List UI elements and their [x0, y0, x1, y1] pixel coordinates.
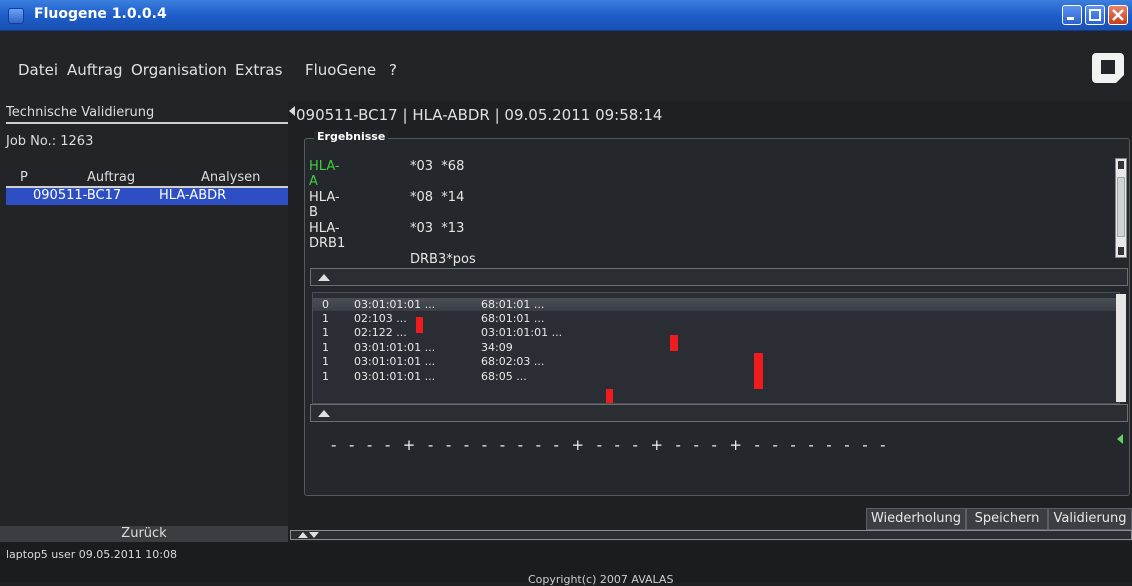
results-scrollbar[interactable]	[1115, 158, 1127, 258]
cand-allele1: 03:01:01:01 ...	[354, 370, 436, 383]
app-icon	[8, 8, 24, 24]
cand-allele2: 68:05 ...	[481, 370, 527, 383]
copyright-text: Copyright(c) 2007 AVALAS	[528, 573, 674, 586]
divider	[6, 122, 288, 124]
minimize-button[interactable]	[1062, 5, 1082, 25]
list-item[interactable]: 1 03:01:01:01 ... 68:05 ...	[313, 370, 1119, 383]
locus-name: HLA-DRB1	[309, 221, 346, 251]
list-item[interactable]: 1 03:01:01:01 ... 34:09	[313, 341, 1119, 354]
result-header: 090511-BC17 | HLA-ABDR | 09.05.2011 09:5…	[296, 106, 663, 124]
allele-values: DRB3*pos	[410, 252, 476, 267]
scroll-up-icon[interactable]	[1118, 161, 1124, 169]
cand-p: 1	[322, 341, 329, 354]
reaction-pattern: - - - - + - - - - - - - - + - - - + - - …	[331, 436, 887, 454]
minimize-icon	[1067, 17, 1074, 20]
list-item[interactable]: 0 03:01:01:01 ... 68:01:01 ...	[313, 298, 1119, 311]
scroll-thumb[interactable]	[1117, 177, 1125, 237]
mismatch-marker	[670, 335, 678, 351]
split-bar[interactable]	[310, 404, 1128, 422]
allele-values: *03 *68	[410, 159, 465, 174]
maximize-button[interactable]	[1085, 5, 1105, 25]
validierung-button[interactable]: Validierung	[1048, 508, 1132, 530]
split-bar[interactable]	[310, 268, 1128, 286]
cand-p: 1	[322, 326, 329, 339]
column-header-analysen[interactable]: Analysen	[201, 170, 260, 185]
group-title: Ergebnisse	[314, 130, 389, 143]
cand-allele1: 03:01:01:01 ...	[354, 298, 436, 311]
collapse-arrow-icon[interactable]	[289, 106, 295, 116]
collapse-arrow-icon[interactable]	[1117, 434, 1123, 444]
candidate-list: 0 03:01:01:01 ... 68:01:01 ... 1 02:103 …	[312, 292, 1120, 404]
cand-allele1: 03:01:01:01 ...	[354, 355, 436, 368]
close-button[interactable]	[1108, 5, 1128, 25]
mismatch-marker	[416, 317, 423, 333]
expand-arrow-icon[interactable]	[318, 410, 330, 417]
brand-logo-icon	[1092, 53, 1124, 83]
menu-help[interactable]: ?	[389, 61, 397, 79]
allele-values: *08 *14	[410, 190, 465, 205]
menu-bar: Datei Auftrag Organisation Extras FluoGe…	[0, 31, 1132, 101]
back-button[interactable]: Zurück	[0, 526, 288, 542]
cand-allele1: 03:01:01:01 ...	[354, 341, 436, 354]
cand-allele1: 02:122 ...	[354, 326, 407, 339]
list-item[interactable]: 1 02:122 ... 03:01:01:01 ...	[313, 326, 1119, 339]
locus-name: HLA-B	[309, 190, 340, 220]
column-header-auftrag[interactable]: Auftrag	[87, 170, 135, 185]
table-header: P Auftrag Analysen	[6, 170, 288, 186]
mismatch-marker	[754, 353, 763, 389]
status-user: laptop5 user 09.05.2011 10:08	[6, 548, 177, 561]
list-item[interactable]: 1 02:103 ... 68:01:01 ...	[313, 312, 1119, 325]
close-icon	[1112, 9, 1124, 21]
expand-toggle-icon[interactable]	[297, 531, 319, 539]
cand-allele1: 02:103 ...	[354, 312, 407, 325]
column-header-p[interactable]: P	[20, 170, 28, 185]
window-title: Fluogene 1.0.0.4	[34, 6, 167, 22]
speichern-button[interactable]: Speichern	[966, 508, 1048, 530]
row-analysen: HLA-ABDR	[159, 188, 227, 203]
scroll-down-icon[interactable]	[1118, 247, 1124, 255]
menu-datei[interactable]: Datei	[18, 61, 58, 79]
expand-arrow-icon[interactable]	[318, 274, 330, 281]
cand-p: 0	[322, 298, 329, 311]
cand-p: 1	[322, 370, 329, 383]
candidate-scrollbar[interactable]	[1116, 294, 1126, 402]
list-item[interactable]: 1 03:01:01:01 ... 68:02:03 ...	[313, 355, 1119, 368]
locus-name: HLA-A	[309, 159, 340, 189]
bottom-toggle-bar[interactable]	[290, 530, 1132, 540]
table-row[interactable]: 090511-BC17 HLA-ABDR	[6, 188, 288, 205]
cand-allele2: 03:01:01:01 ...	[481, 326, 563, 339]
allele-values: *03 *13	[410, 221, 465, 236]
window-titlebar: Fluogene 1.0.0.4	[0, 0, 1132, 31]
row-auftrag: 090511-BC17	[33, 188, 122, 203]
cand-allele2: 68:01:01 ...	[481, 312, 545, 325]
cand-allele2: 34:09	[481, 341, 513, 354]
maximize-icon	[1089, 9, 1101, 21]
left-panel: Technische Validierung Job No.: 1263 P A…	[0, 101, 288, 526]
menu-fluogene[interactable]: FluoGene	[305, 61, 376, 79]
cand-p: 1	[322, 312, 329, 325]
cand-allele2: 68:01:01 ...	[481, 298, 545, 311]
job-number: Job No.: 1263	[6, 134, 94, 149]
cand-allele2: 68:02:03 ...	[481, 355, 545, 368]
mismatch-marker	[606, 389, 613, 403]
menu-extras[interactable]: Extras	[235, 61, 282, 79]
menu-organisation[interactable]: Organisation	[131, 61, 227, 79]
panel-heading: Technische Validierung	[6, 105, 155, 120]
cand-p: 1	[322, 355, 329, 368]
status-bar: laptop5 user 09.05.2011 10:08 Copyright(…	[0, 542, 1132, 586]
menu-auftrag[interactable]: Auftrag	[67, 61, 123, 79]
wiederholung-button[interactable]: Wiederholung	[866, 508, 966, 530]
